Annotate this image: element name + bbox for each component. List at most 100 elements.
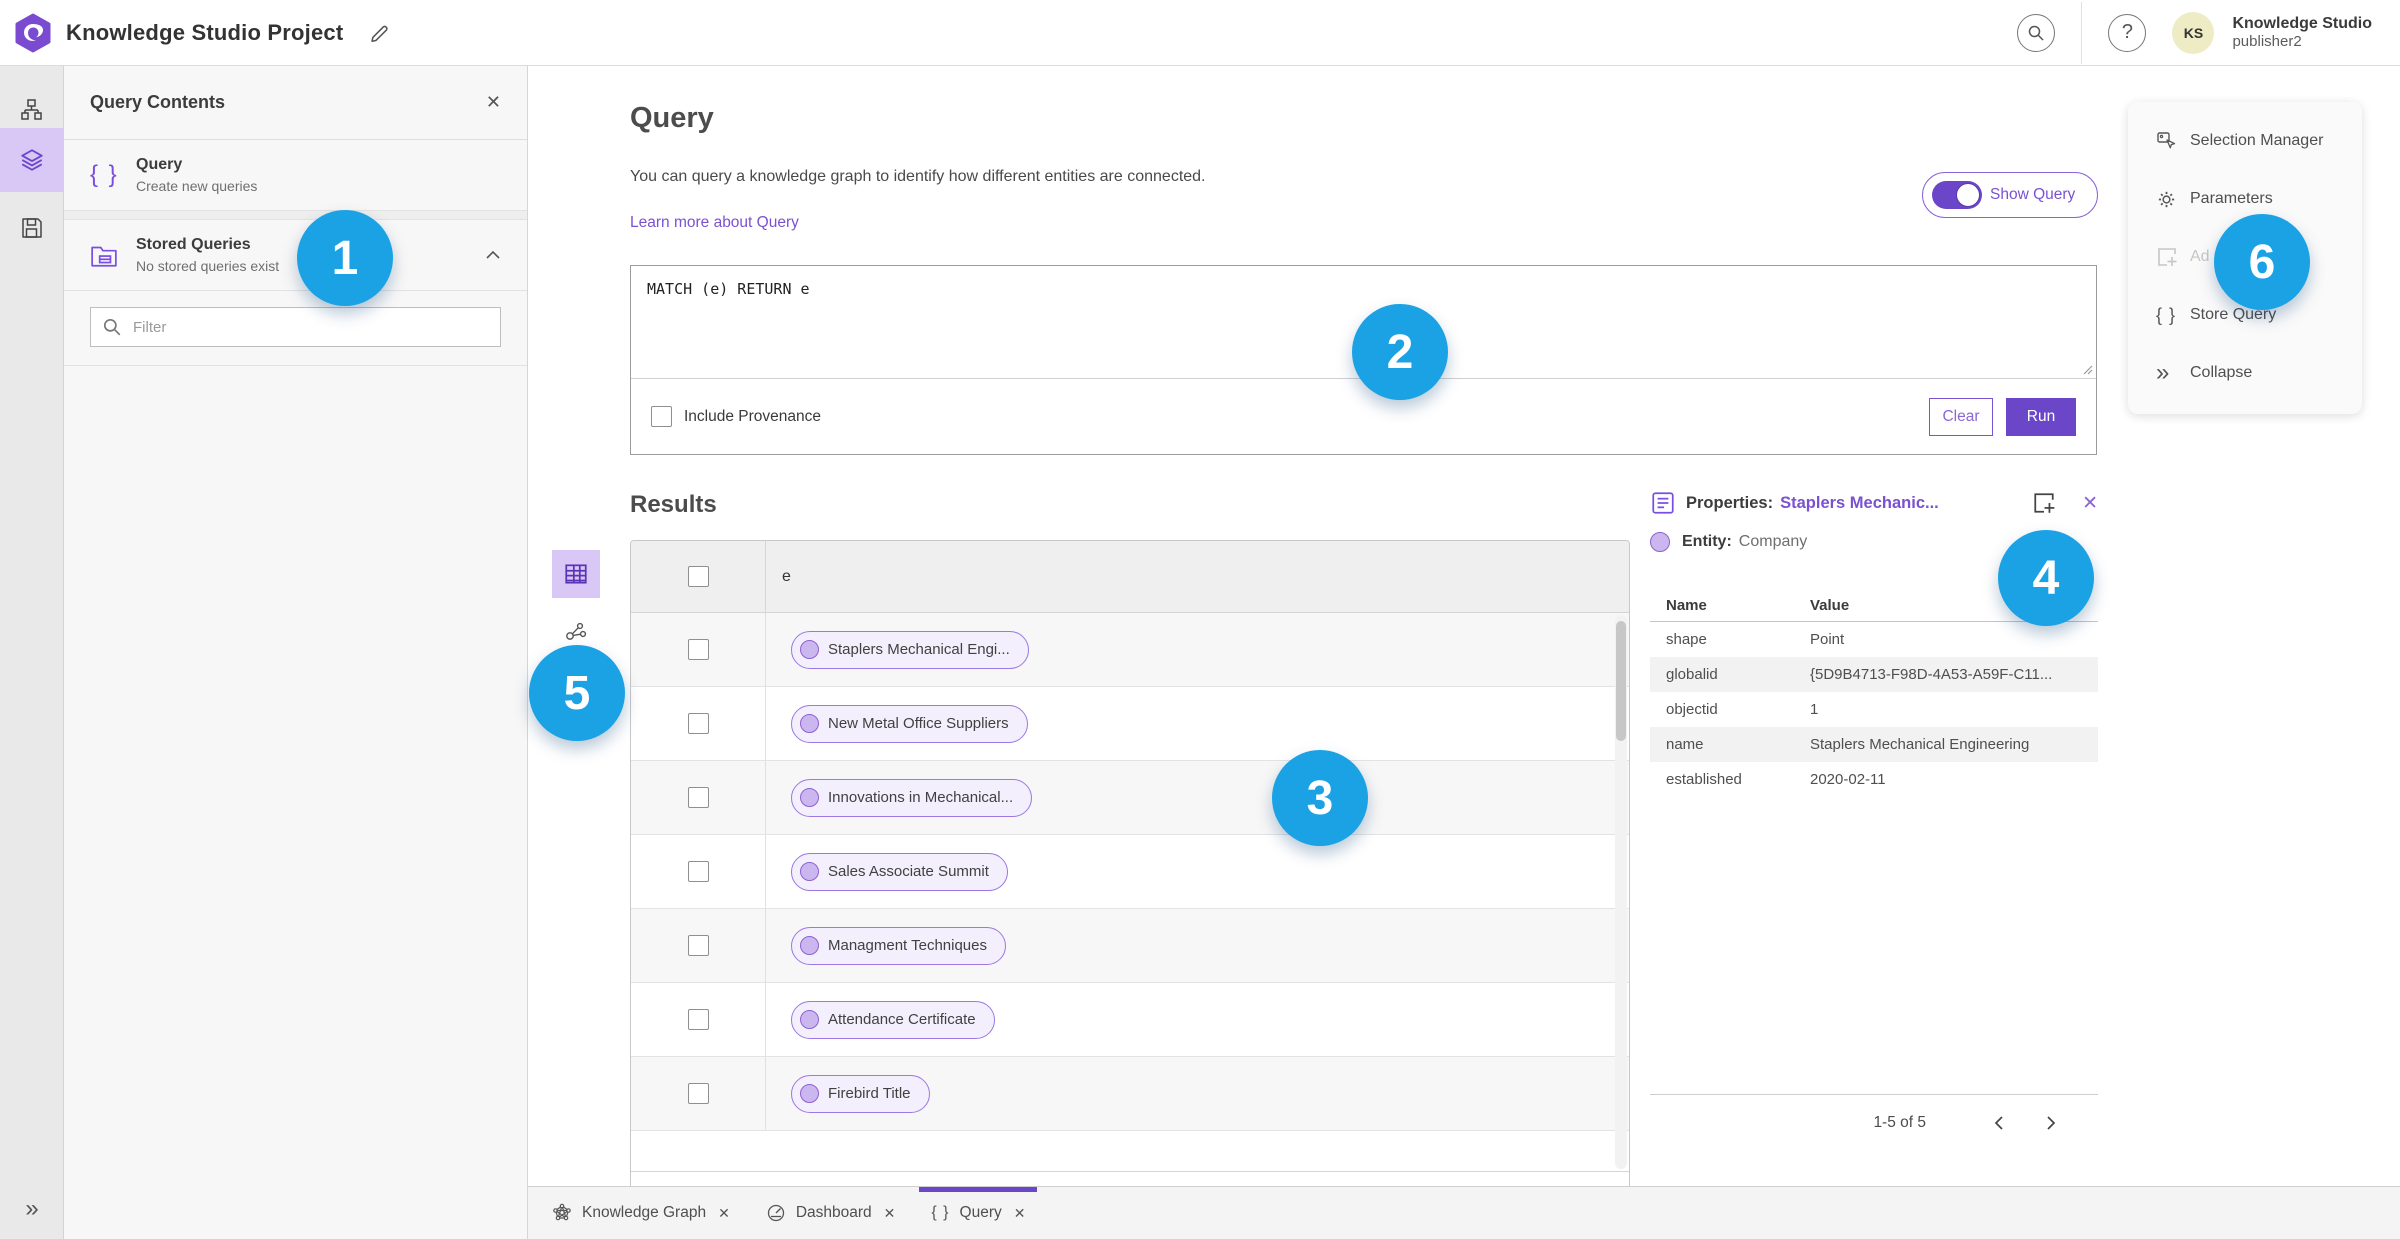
add-to-new-button[interactable] [2032,491,2056,515]
tab-close-icon[interactable]: ✕ [884,1205,896,1222]
number-badge-1: 1 [297,210,393,306]
top-bar: Knowledge Studio Project ? KS Knowledge … [0,0,2400,66]
row-checkbox[interactable] [687,713,709,734]
close-properties-button[interactable]: ✕ [2082,492,2098,515]
tab-label: Dashboard [795,1204,872,1221]
number-badge-5: 5 [529,645,625,741]
properties-entity-link[interactable]: Staplers Mechanic... [1780,494,1939,513]
user-name: Knowledge Studio [2232,14,2372,32]
scrollbar-thumb[interactable] [1616,621,1626,741]
bottom-tab-bar: Knowledge Graph ✕ Dashboard ✕ { } Query … [528,1186,2400,1239]
results-scrollbar[interactable] [1615,615,1627,1169]
column-header-e: e [782,567,791,585]
table-row[interactable]: Managment Techniques [631,909,1629,983]
entity-pill[interactable]: Sales Associate Summit [791,852,1008,891]
menu-item-selection-manager[interactable]: Selection Manager [2128,112,2362,170]
app-logo[interactable] [0,13,66,53]
results-view-toolbar [552,550,600,652]
include-provenance-checkbox[interactable] [651,406,672,427]
tab-close-icon[interactable]: ✕ [718,1205,730,1222]
number-badge-6: 6 [2214,214,2310,310]
property-value: 2020-02-11 [1810,771,1886,788]
close-panel-button[interactable]: ✕ [486,92,501,113]
pencil-icon [371,25,388,42]
properties-previous-button[interactable] [1982,1106,2016,1140]
help-icon: ? [2121,21,2134,43]
edit-title-button[interactable] [369,22,391,44]
show-query-toggle[interactable]: Show Query [1922,172,2098,218]
entity-pill[interactable]: Staplers Mechanical Engi... [791,630,1029,669]
collapse-section-button[interactable] [485,250,501,260]
tab-knowledge-graph[interactable]: Knowledge Graph ✕ [534,1187,748,1239]
row-checkbox[interactable] [687,639,709,660]
entity-pill[interactable]: Innovations in Mechanical... [791,778,1033,817]
tab-query[interactable]: { } Query ✕ [913,1187,1043,1239]
filter-input[interactable] [90,307,501,347]
properties-pagination: 1-5 of 5 [1650,1094,2098,1150]
row-checkbox[interactable] [687,1009,709,1030]
resize-handle-icon[interactable] [2081,363,2093,375]
sidebar-item-query[interactable]: { } Query Create new queries [64,140,527,211]
query-description: You can query a knowledge graph to ident… [630,168,1206,185]
save-button[interactable] [0,196,64,260]
query-heading: Query [630,102,714,134]
table-row[interactable]: Staplers Mechanical Engi... [631,613,1629,687]
entity-pill-label: Sales Associate Summit [828,863,989,880]
properties-doc-icon [1652,492,1674,514]
results-heading: Results [630,491,717,518]
clear-button[interactable]: Clear [1929,397,1993,436]
page-title: Knowledge Studio Project [66,19,344,45]
property-name: globalid [1666,666,1718,683]
table-row[interactable]: Innovations in Mechanical... [631,761,1629,835]
search-button[interactable] [2017,13,2056,52]
number-badge-4: 4 [1998,530,2094,626]
entity-pill-label: Managment Techniques [828,937,987,954]
menu-item-collapse[interactable]: » Collapse [2128,344,2362,402]
table-row[interactable]: Sales Associate Summit [631,835,1629,909]
property-value: Point [1810,631,1845,648]
tab-close-icon[interactable]: ✕ [1014,1205,1026,1222]
entity-pill[interactable]: Firebird Title [791,1074,930,1113]
entity-pill[interactable]: Attendance Certificate [791,1000,995,1039]
help-button[interactable]: ? [2108,13,2147,52]
entity-type-dot-icon [1650,532,1670,552]
number-badge-3: 3 [1272,750,1368,846]
row-checkbox[interactable] [687,1083,709,1104]
row-checkbox[interactable] [687,787,709,808]
properties-next-button[interactable] [2034,1106,2068,1140]
knowledge-studio-app: Knowledge Studio Project ? KS Knowledge … [0,0,2400,1239]
entity-dot-icon [800,788,819,807]
entity-pill[interactable]: New Metal Office Suppliers [791,704,1028,743]
dashboard-gauge-icon [766,1203,786,1223]
user-block[interactable]: Knowledge Studio publisher2 [2232,15,2372,51]
query-contents-panel: Query Contents ✕ { } Query Create new qu… [64,66,528,1239]
results-body: Staplers Mechanical Engi... New Metal Of… [631,613,1629,1171]
entity-pill-label: New Metal Office Suppliers [828,715,1009,732]
stored-item-subtitle: No stored queries exist [136,258,280,274]
select-all-checkbox[interactable] [687,566,709,587]
expand-rail-button[interactable]: » [0,1187,64,1231]
table-row[interactable]: Firebird Title [631,1057,1629,1131]
table-row[interactable]: Attendance Certificate [631,983,1629,1057]
sidebar-item-stored-queries[interactable]: Stored Queries No stored queries exist [64,220,527,291]
table-view-button[interactable] [552,550,600,598]
add-to-new-icon [2034,493,2055,513]
properties-pagination-text: 1-5 of 5 [1873,1113,1926,1131]
tree-view-icon [21,99,42,120]
col-name-header: Name [1666,597,1707,614]
editor-footer: Include Provenance Clear Run [631,379,2096,454]
tab-dashboard[interactable]: Dashboard ✕ [748,1187,914,1239]
row-checkbox[interactable] [687,935,709,956]
learn-more-link[interactable]: Learn more about Query [630,214,799,232]
contents-button[interactable] [0,128,64,192]
entity-pill[interactable]: Managment Techniques [791,926,1006,965]
entity-label: Entity: [1682,533,1732,550]
row-checkbox[interactable] [687,861,709,882]
property-value: 1 [1810,701,1819,718]
filter-row [64,291,527,366]
entity-dot-icon [800,1084,819,1103]
number-badge-2: 2 [1352,304,1448,400]
avatar[interactable]: KS [2172,11,2215,54]
run-button[interactable]: Run [2006,397,2076,436]
table-row[interactable]: New Metal Office Suppliers [631,687,1629,761]
